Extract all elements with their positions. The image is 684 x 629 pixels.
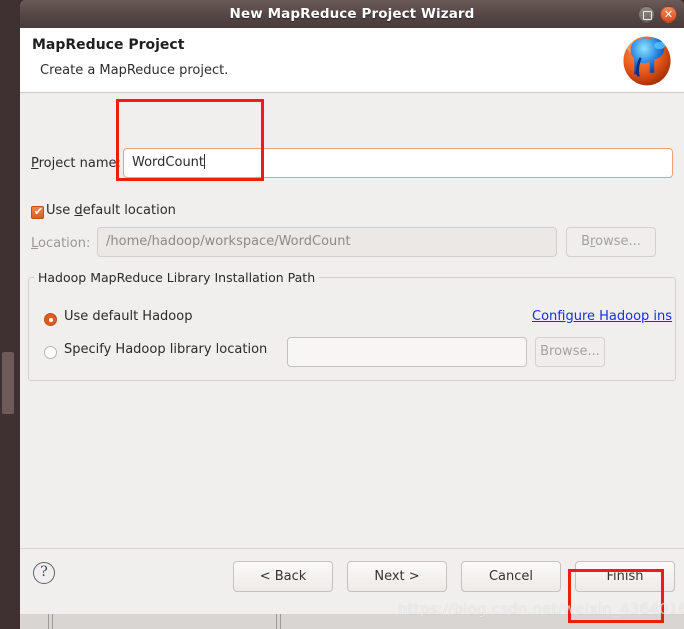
page-title: MapReduce Project (32, 37, 185, 53)
cancel-button[interactable]: Cancel (461, 561, 561, 592)
wizard-header: MapReduce Project Create a MapReduce pro… (20, 28, 684, 93)
page-subtitle: Create a MapReduce project. (40, 63, 229, 78)
maximize-icon[interactable] (638, 6, 655, 23)
help-icon[interactable]: ? (33, 562, 55, 584)
project-name-label: Project name: (31, 156, 121, 171)
back-button[interactable]: < Back (233, 561, 333, 592)
annotation-box-project-name (116, 99, 264, 181)
specify-hadoop-path-input[interactable] (287, 337, 527, 367)
hadoop-library-group-legend: Hadoop MapReduce Library Installation Pa… (34, 270, 320, 285)
specify-hadoop-browse-button: Browse... (535, 337, 605, 367)
use-default-location-label: Use default location (46, 203, 176, 218)
window-titlebar: New MapReduce Project Wizard ✕ (20, 0, 684, 28)
window-scroll-handle[interactable] (2, 352, 14, 414)
location-label: Location: (31, 236, 91, 251)
location-value: /home/hadoop/workspace/WordCount (106, 234, 351, 249)
configure-hadoop-link[interactable]: Configure Hadoop ins (532, 309, 674, 324)
screen: New MapReduce Project Wizard ✕ MapReduce… (0, 0, 684, 629)
specify-hadoop-label: Specify Hadoop library location (64, 342, 268, 357)
close-glyph: ✕ (663, 8, 674, 21)
next-button[interactable]: Next > (347, 561, 447, 592)
hadoop-elephant-logo (623, 36, 671, 86)
window-title: New MapReduce Project Wizard (229, 6, 475, 22)
location-browse-button: Browse... (566, 227, 656, 257)
window-left-frame (0, 0, 20, 629)
use-default-hadoop-label: Use default Hadoop (64, 309, 193, 324)
close-icon[interactable]: ✕ (660, 6, 677, 23)
location-input: /home/hadoop/workspace/WordCount (97, 227, 557, 257)
check-icon: ✔ (33, 205, 44, 218)
use-default-hadoop-radio[interactable] (44, 313, 57, 326)
use-default-location-checkbox[interactable]: ✔ (31, 205, 44, 219)
watermark: https://blog.csdn.net/weixin_43640161 (398, 600, 684, 618)
specify-hadoop-radio[interactable] (44, 346, 57, 359)
